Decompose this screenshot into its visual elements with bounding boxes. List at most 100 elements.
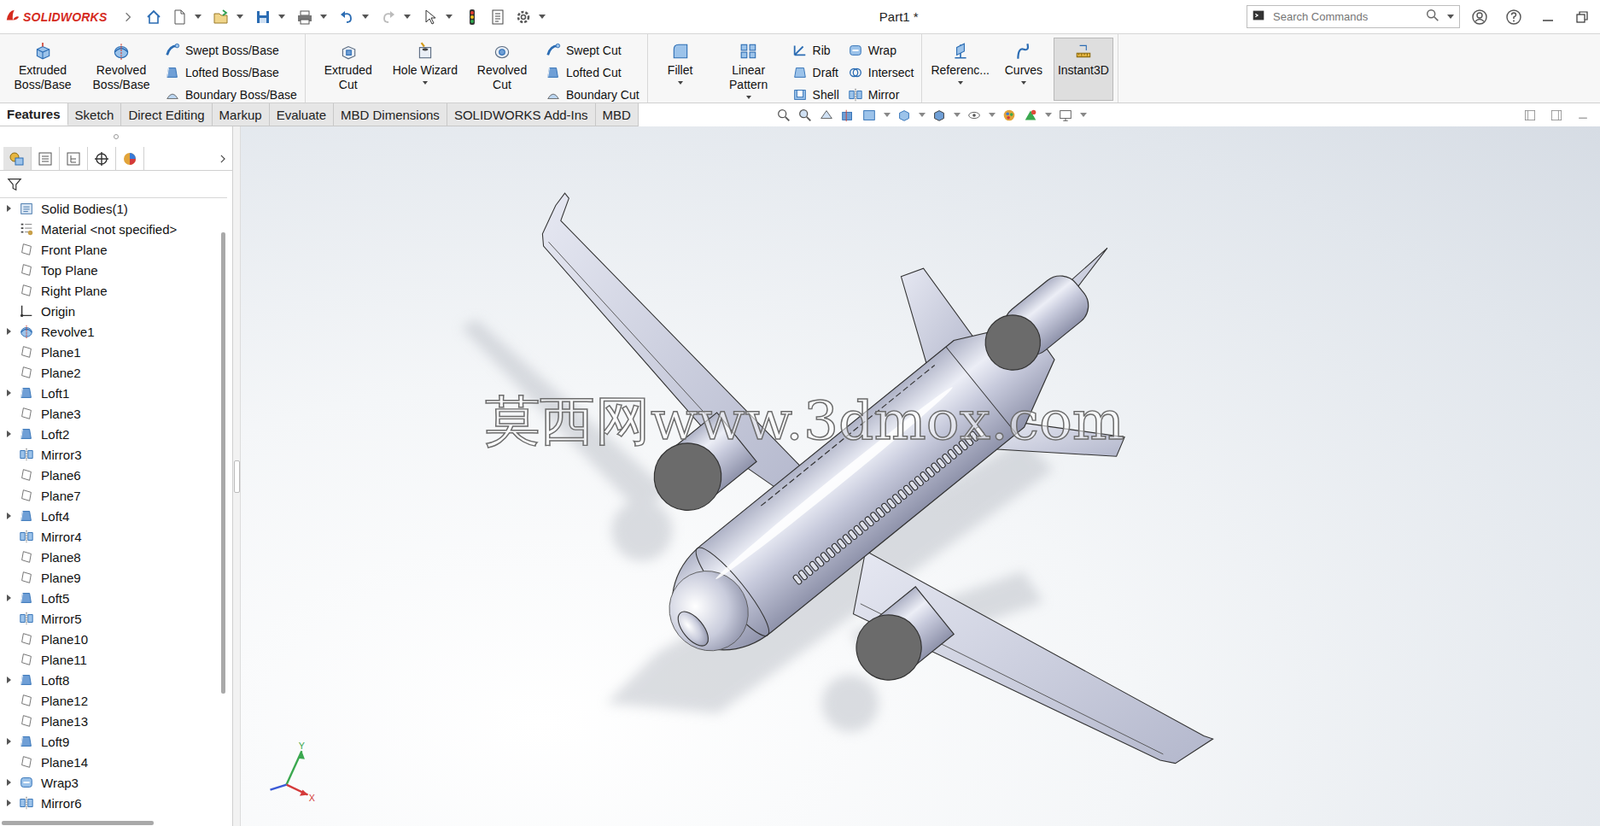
tree-item[interactable]: Loft2 xyxy=(0,423,221,444)
view-settings-icon[interactable] xyxy=(1056,105,1075,124)
ribbon-button[interactable]: Referenc... xyxy=(926,37,993,101)
left-pane-icon[interactable] xyxy=(1520,105,1539,124)
dropdown-arrow-icon[interactable] xyxy=(422,81,428,85)
tree-item[interactable]: Mirror4 xyxy=(0,525,221,547)
dropdown-caret-icon[interactable] xyxy=(988,112,996,117)
expand-arrow-icon[interactable] xyxy=(0,198,18,219)
tree-item[interactable]: Loft1 xyxy=(0,382,221,403)
tree-item[interactable]: Origin xyxy=(0,300,221,322)
tree-item[interactable]: Plane1 xyxy=(0,341,221,363)
search-box[interactable] xyxy=(1246,5,1460,29)
dropdown-arrow-icon[interactable] xyxy=(957,81,964,85)
ribbon-small-button[interactable]: Boundary Cut xyxy=(545,84,640,105)
hide-show-icon[interactable] xyxy=(965,105,984,124)
options-gear-icon[interactable] xyxy=(512,5,535,29)
tree-item[interactable]: Revolve1 xyxy=(0,321,221,342)
tree-item[interactable]: Loft9 xyxy=(0,730,221,752)
ribbon-small-button[interactable]: Mirror xyxy=(847,84,915,105)
ribbon-button[interactable]: Hole Wizard xyxy=(388,37,462,101)
tree-item[interactable]: Plane11 xyxy=(0,648,221,670)
expand-arrow-icon[interactable] xyxy=(0,423,18,444)
tree-item[interactable]: Plane12 xyxy=(0,689,221,711)
user-account-icon[interactable] xyxy=(1468,5,1491,29)
property-manager-icon[interactable] xyxy=(31,146,60,170)
ribbon-button[interactable]: Extruded Boss/Base xyxy=(4,37,82,103)
ribbon-tab[interactable]: Features xyxy=(0,103,69,126)
ribbon-button[interactable]: Instant3D xyxy=(1053,37,1114,101)
restore-icon[interactable] xyxy=(1570,5,1594,29)
tree-item[interactable]: Material <not specified> xyxy=(0,218,221,240)
tree-item[interactable]: Plane9 xyxy=(0,566,221,588)
zoom-fit-icon[interactable] xyxy=(775,105,794,124)
dropdown-caret-icon[interactable] xyxy=(1080,112,1087,117)
ribbon-tab[interactable]: SOLIDWORKS Add-Ins xyxy=(447,103,596,126)
tree-item[interactable]: Top Plane xyxy=(0,259,221,281)
expand-arrow-icon[interactable] xyxy=(0,792,18,813)
dropdown-caret-icon[interactable] xyxy=(236,14,244,19)
tree-item[interactable]: Mirror5 xyxy=(0,607,221,629)
apply-scene-icon[interactable] xyxy=(1021,105,1040,124)
dropdown-caret-icon[interactable] xyxy=(278,14,286,19)
ribbon-button[interactable]: Fillet xyxy=(652,37,709,101)
search-icon[interactable] xyxy=(1424,7,1441,27)
undo-icon[interactable] xyxy=(335,5,358,29)
minimize-icon[interactable] xyxy=(1536,5,1560,29)
expand-arrow-icon[interactable] xyxy=(0,669,18,690)
tree-item[interactable]: Right Plane xyxy=(0,280,221,301)
edit-appearance-icon[interactable] xyxy=(1000,105,1019,124)
previous-view-icon[interactable] xyxy=(817,105,836,124)
ribbon-small-button[interactable]: Wrap xyxy=(847,40,915,60)
tree-item[interactable]: Plane3 xyxy=(0,402,221,424)
tree-item[interactable]: Plane2 xyxy=(0,362,221,383)
expand-arrow-icon[interactable] xyxy=(0,730,18,752)
dropdown-caret-icon[interactable] xyxy=(883,112,891,117)
ribbon-tab[interactable]: MBD Dimensions xyxy=(333,103,448,126)
redo-icon[interactable] xyxy=(377,5,400,29)
dropdown-caret-icon[interactable] xyxy=(538,14,546,19)
ribbon-small-button[interactable]: Shell xyxy=(792,84,840,105)
ribbon-small-button[interactable]: Swept Cut xyxy=(545,40,640,60)
feature-manager-icon[interactable] xyxy=(3,146,32,170)
ribbon-small-button[interactable]: Lofted Cut xyxy=(545,62,640,82)
graphics-area[interactable]: YX莫西网www.3dmox.com xyxy=(240,126,1600,826)
display-style-icon[interactable] xyxy=(930,105,949,124)
app-logo[interactable]: SOLIDWORKS xyxy=(5,7,114,26)
ribbon-small-button[interactable]: Rib xyxy=(792,40,840,60)
chevron-right-icon[interactable] xyxy=(116,5,140,29)
view-orientation-icon[interactable] xyxy=(895,105,914,124)
tree-item[interactable]: Mirror3 xyxy=(0,443,221,465)
model-canvas[interactable]: YX莫西网www.3dmox.com xyxy=(240,126,1600,826)
expand-arrow-icon[interactable] xyxy=(0,505,18,526)
select-cursor-icon[interactable] xyxy=(419,5,442,29)
ribbon-button[interactable]: Extruded Cut xyxy=(309,37,387,103)
ribbon-small-button[interactable]: Lofted Boss/Base xyxy=(164,62,298,82)
panel-splitter[interactable] xyxy=(233,126,241,826)
tree-item[interactable]: Solid Bodies(1) xyxy=(0,198,221,219)
tree-item[interactable]: Plane14 xyxy=(0,751,221,772)
ribbon-button[interactable]: Revolved Cut xyxy=(463,37,541,103)
dropdown-arrow-icon[interactable] xyxy=(677,81,684,85)
dropdown-arrow-icon[interactable] xyxy=(1021,81,1027,85)
zoom-area-icon[interactable] xyxy=(796,105,815,124)
ribbon-button[interactable]: Linear Pattern xyxy=(710,37,788,103)
tree-item[interactable]: Plane8 xyxy=(0,546,221,567)
tree-item[interactable]: Loft5 xyxy=(0,587,221,608)
ribbon-small-button[interactable]: Swept Boss/Base xyxy=(164,40,298,60)
dropdown-caret-icon[interactable] xyxy=(953,112,961,117)
search-input[interactable] xyxy=(1271,9,1420,24)
expand-arrow-icon[interactable] xyxy=(0,587,18,608)
dropdown-caret-icon[interactable] xyxy=(403,14,411,19)
search-dropdown-icon[interactable] xyxy=(1447,14,1455,19)
dropdown-caret-icon[interactable] xyxy=(194,14,202,19)
tree-item[interactable]: Wrap3 xyxy=(0,771,221,793)
ribbon-button[interactable]: Revolved Boss/Base xyxy=(82,37,160,103)
ribbon-tab[interactable]: Markup xyxy=(212,103,270,126)
ribbon-small-button[interactable]: Draft xyxy=(792,62,840,82)
save-icon[interactable] xyxy=(251,5,275,29)
ribbon-button[interactable]: Curves xyxy=(995,37,1052,101)
tree-item[interactable]: Plane10 xyxy=(0,628,221,649)
configuration-manager-icon[interactable] xyxy=(59,146,88,170)
dropdown-caret-icon[interactable] xyxy=(918,112,926,117)
dropdown-caret-icon[interactable] xyxy=(362,14,369,19)
tree-item[interactable]: Mirror6 xyxy=(0,792,221,813)
